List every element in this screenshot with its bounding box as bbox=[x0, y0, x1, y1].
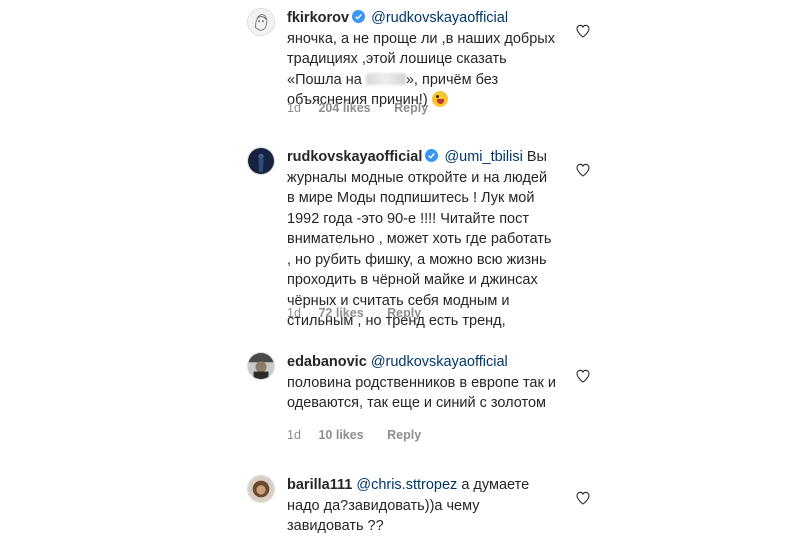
comment-time[interactable]: 1d bbox=[287, 306, 315, 320]
avatar[interactable] bbox=[247, 352, 275, 380]
comment-mention[interactable]: @rudkovskayaofficial bbox=[371, 10, 508, 26]
avatar[interactable] bbox=[247, 147, 275, 175]
comment-username[interactable]: barilla111 bbox=[287, 477, 352, 493]
censored-blur bbox=[365, 72, 406, 85]
comment-likes[interactable]: 72 likes bbox=[318, 306, 363, 320]
comment-meta: 1d 72 likes Reply bbox=[287, 306, 421, 320]
comment-meta: 1d 204 likes Reply bbox=[287, 101, 428, 115]
comment-likes[interactable]: 10 likes bbox=[318, 428, 363, 442]
comment-username[interactable]: fkirkorov bbox=[287, 10, 349, 26]
reply-button[interactable]: Reply bbox=[394, 101, 428, 115]
winking-face-with-tongue-icon bbox=[431, 91, 448, 107]
comment-username[interactable]: rudkovskayaofficial bbox=[287, 149, 422, 165]
comment-text: rudkovskayaofficial @umi_tbilisi Вы журн… bbox=[287, 147, 557, 332]
comment-username[interactable]: edabanovic bbox=[287, 354, 367, 370]
heart-outline-icon[interactable] bbox=[575, 490, 591, 506]
reply-button[interactable]: Reply bbox=[387, 428, 421, 442]
comment-text: edabanovic @rudkovskayaofficial половина… bbox=[287, 352, 557, 414]
comment-text: fkirkorov @rudkovskayaofficial яночка, а… bbox=[287, 8, 557, 111]
heart-outline-icon[interactable] bbox=[575, 368, 591, 384]
reply-button[interactable]: Reply bbox=[387, 306, 421, 320]
verified-badge-icon bbox=[352, 10, 366, 23]
avatar[interactable] bbox=[247, 8, 275, 36]
comment-likes[interactable]: 204 likes bbox=[318, 101, 370, 115]
avatar[interactable] bbox=[247, 475, 275, 503]
comment-text-part: Вы журналы модные откройте и на людей в … bbox=[287, 149, 552, 329]
comment-meta: 1d 10 likes Reply bbox=[287, 428, 421, 442]
comment-mention[interactable]: @rudkovskayaofficial bbox=[371, 354, 508, 370]
comment-time[interactable]: 1d bbox=[287, 428, 315, 442]
comment-text-part: половина родственников в европе так и од… bbox=[287, 374, 556, 412]
comment-text: barilla111 @chris.sttropez а думаете над… bbox=[287, 475, 557, 537]
comment-mention[interactable]: @umi_tbilisi bbox=[444, 149, 522, 165]
verified-badge-icon bbox=[425, 149, 439, 162]
comment-mention[interactable]: @chris.sttropez bbox=[356, 477, 457, 493]
comment-time[interactable]: 1d bbox=[287, 101, 315, 115]
heart-outline-icon[interactable] bbox=[575, 162, 591, 178]
heart-outline-icon[interactable] bbox=[575, 23, 591, 39]
